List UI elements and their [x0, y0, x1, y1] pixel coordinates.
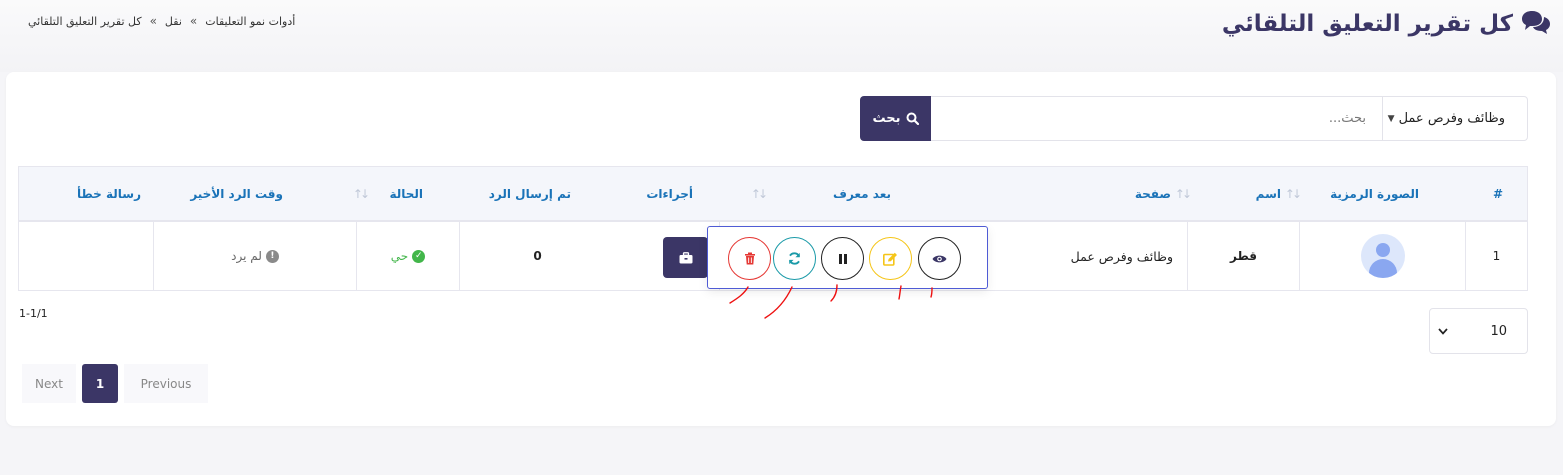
refresh-button[interactable] — [773, 237, 816, 280]
search-bar: بحث وظائف وفرص عمل ▼ — [860, 96, 1528, 141]
search-button[interactable]: بحث — [860, 96, 931, 141]
chevron-down-icon — [1438, 324, 1448, 339]
check-circle-icon: ✓ — [412, 249, 426, 263]
avatar — [1360, 234, 1405, 278]
trash-icon — [744, 252, 755, 265]
cell-avatar — [1299, 222, 1465, 290]
comments-icon — [1521, 9, 1551, 39]
previous-page-button[interactable]: Previous — [124, 364, 208, 403]
column-header-name[interactable]: اسم — [1256, 167, 1281, 220]
pagination: Next 1 Previous — [22, 364, 208, 403]
cell-replies-sent: 0 — [459, 222, 615, 290]
column-header-index: # — [1492, 186, 1503, 201]
actions-toggle-button[interactable] — [663, 237, 708, 278]
column-header-avatar[interactable]: الصورة الرمزية — [1330, 167, 1419, 220]
eye-icon — [932, 255, 947, 262]
page-title: كل تقرير التعليق التلقائي — [1222, 8, 1551, 40]
column-header-error: رسالة خطأ — [76, 186, 141, 201]
cell-index: 1 — [1465, 222, 1527, 290]
category-dropdown[interactable]: وظائف وفرص عمل ▼ — [1383, 96, 1528, 141]
breadcrumb-item-transfer[interactable]: نقل — [165, 15, 182, 28]
column-header-post-id[interactable]: بعد معرف — [833, 167, 891, 220]
refresh-icon — [788, 252, 801, 265]
cell-status: ✓ حي — [356, 222, 459, 290]
column-header-actions: أجراءات — [646, 186, 693, 201]
next-page-button[interactable]: Next — [22, 364, 76, 403]
per-page-value: 10 — [1490, 323, 1507, 339]
edit-button[interactable] — [869, 237, 912, 280]
sort-icon[interactable]: ↑↓ — [1175, 187, 1192, 201]
briefcase-icon — [679, 251, 692, 263]
pause-icon — [838, 253, 847, 264]
breadcrumb-separator: » — [149, 14, 157, 28]
table-header-row: # الصورة الرمزية ↑↓ اسم ↑↓ صفحة بعد معرف… — [19, 167, 1527, 222]
category-dropdown-value: وظائف وفرص عمل — [1398, 111, 1505, 126]
cell-error — [19, 222, 153, 290]
edit-icon — [883, 252, 897, 266]
results-range: 1-1/1 — [19, 307, 48, 320]
cell-last-reply: ! لم يرد — [153, 222, 356, 290]
breadcrumb-item-tools[interactable]: أدوات نمو التعليقات — [205, 15, 295, 28]
cell-name: قطر — [1187, 222, 1299, 290]
status-badge: ✓ حي — [390, 249, 426, 263]
delete-button[interactable] — [728, 237, 771, 280]
status-text: حي — [390, 249, 409, 263]
column-header-replies-sent[interactable]: تم إرسال الرد — [489, 167, 571, 220]
per-page-select[interactable]: 10 — [1429, 308, 1528, 354]
search-button-label: بحث — [872, 111, 901, 126]
last-reply-text: لم يرد — [231, 249, 262, 263]
breadcrumb-separator: » — [189, 14, 198, 28]
page-title-text: كل تقرير التعليق التلقائي — [1221, 11, 1513, 37]
pause-button[interactable] — [821, 237, 864, 280]
search-input[interactable] — [931, 96, 1383, 141]
caret-down-icon: ▼ — [1387, 113, 1395, 124]
column-header-last-reply[interactable]: وقت الرد الأخير — [190, 167, 283, 220]
red-annotation-strokes — [729, 284, 933, 319]
sort-icon[interactable]: ↑↓ — [1285, 187, 1302, 201]
sort-icon[interactable]: ↑↓ — [353, 187, 370, 201]
info-circle-icon: ! — [265, 249, 279, 263]
row-actions-popup — [707, 226, 988, 289]
page-button-current[interactable]: 1 — [82, 364, 118, 403]
column-header-page[interactable]: صفحة — [1135, 167, 1171, 220]
view-button[interactable] — [918, 237, 961, 280]
no-reply-badge: ! لم يرد — [231, 249, 279, 263]
search-icon — [906, 112, 919, 125]
sort-icon[interactable]: ↑↓ — [751, 187, 768, 201]
breadcrumb: أدوات نمو التعليقات » نقل » كل تقرير الت… — [28, 14, 295, 28]
breadcrumb-item-current: كل تقرير التعليق التلقائي — [28, 14, 142, 28]
column-header-status[interactable]: الحالة — [389, 167, 423, 220]
